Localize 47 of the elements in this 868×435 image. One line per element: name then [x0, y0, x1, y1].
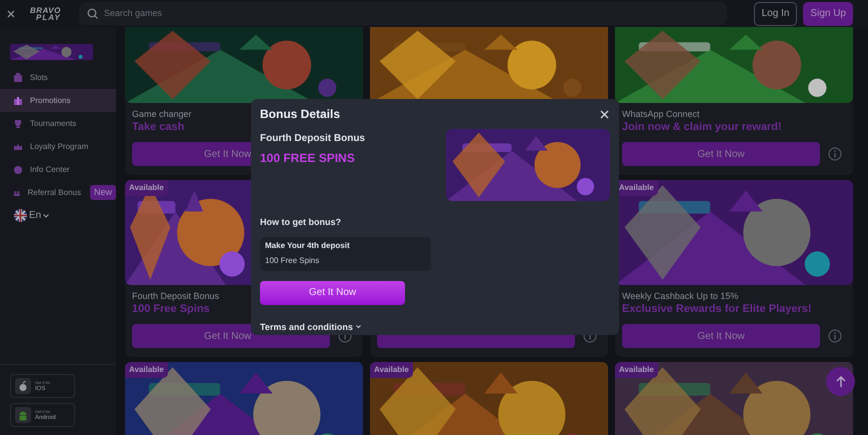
promo-subtitle: 100 Free Spins	[132, 302, 210, 316]
available-badge: Available	[615, 362, 658, 378]
slot-machine-icon	[13, 72, 23, 82]
sidebar-item[interactable]: Info Center	[0, 158, 116, 181]
step-detail: 100 Free Spins	[265, 255, 320, 267]
get-it-now-button[interactable]: Get It Now	[622, 324, 820, 348]
get-it-now-button[interactable]: Get It Now	[622, 142, 820, 166]
sidebar-item[interactable]: Referral Bonus New	[0, 181, 116, 204]
promo-title: WhatsApp Connect	[622, 108, 700, 120]
close-button[interactable]	[598, 108, 610, 120]
available-badge: Available	[125, 180, 168, 196]
robot-icon	[15, 407, 31, 423]
language-selector[interactable]: En	[14, 208, 50, 223]
flag-icon	[14, 209, 27, 222]
crown-icon	[13, 142, 23, 152]
trophy-icon	[13, 118, 23, 128]
apple-icon	[15, 378, 31, 394]
promo-subtitle: Take cash	[132, 120, 184, 134]
chevron-down-icon	[43, 214, 50, 218]
sidebar-item[interactable]: Slots	[0, 66, 116, 89]
sidebar-item[interactable]: Loyalty Program	[0, 135, 116, 158]
step-title: Make Your 4th deposit	[265, 240, 351, 252]
promo-title: Game changer	[132, 108, 192, 120]
log-in-button[interactable]: Log In	[754, 2, 798, 26]
new-badge: New	[90, 184, 116, 200]
logo[interactable]: BRAVO PLAY	[30, 6, 70, 20]
dialog-title: Bonus Details	[260, 106, 340, 123]
search-field[interactable]: Search games	[79, 2, 727, 25]
promo-subtitle: Exclusive Rewards for Elite Players!	[622, 302, 812, 316]
promo-title: Weekly Cashback Up to 15%	[622, 290, 738, 302]
sidebar-item[interactable]: Tournaments	[0, 112, 116, 135]
available-badge: Available	[125, 362, 168, 378]
close-icon	[600, 110, 608, 118]
circle-icon	[13, 164, 23, 174]
section-heading: How to get bonus?	[260, 216, 342, 229]
promo-title: Fourth Deposit Bonus	[132, 290, 220, 302]
available-badge: Available	[370, 362, 413, 378]
get-it-now-button[interactable]: Get It Now	[260, 280, 405, 304]
chevron-down-icon	[356, 325, 361, 330]
sidebar-item[interactable]: Promotions	[0, 89, 116, 112]
promo-subtitle: Join now & claim your reward!	[622, 120, 782, 134]
sign-up-button[interactable]: Sign Up	[803, 2, 853, 26]
search-icon	[87, 8, 98, 19]
search-input[interactable]: Search games	[104, 6, 704, 20]
gift-icon	[13, 96, 23, 106]
arrow-up-icon	[836, 376, 846, 388]
close-icon	[7, 10, 15, 18]
